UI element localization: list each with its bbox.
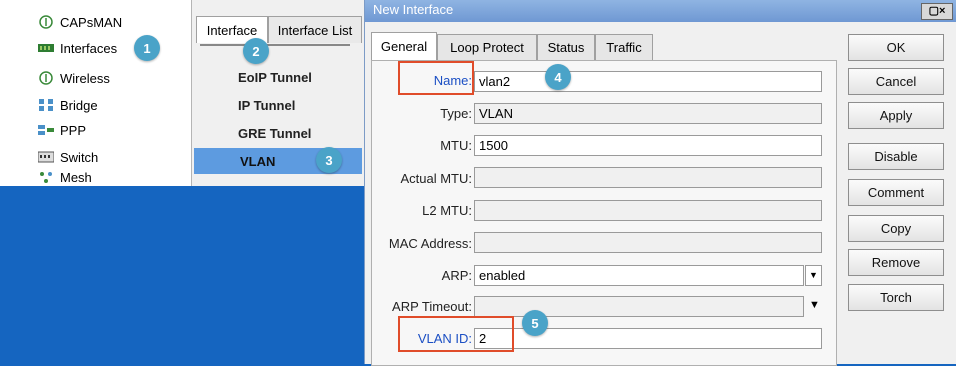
sidebar-item-wireless[interactable]: Wireless bbox=[36, 66, 184, 90]
mac-address-label: MAC Address: bbox=[388, 236, 472, 251]
new-interface-window: New Interface ▢× General Loop Protect St… bbox=[364, 0, 956, 366]
window-titlebar[interactable]: New Interface ▢× bbox=[365, 0, 956, 22]
disable-button[interactable]: Disable bbox=[848, 143, 944, 170]
sidebar-item-label: Wireless bbox=[60, 70, 110, 86]
arp-timeout-label: ARP Timeout: bbox=[392, 299, 472, 314]
l2-mtu-label: L2 MTU: bbox=[422, 203, 472, 218]
arp-dropdown-icon[interactable]: ▼ bbox=[805, 265, 822, 286]
sidebar-item-label: CAPsMAN bbox=[60, 14, 123, 30]
tab-traffic[interactable]: Traffic bbox=[595, 34, 653, 60]
menu-item-eoip-tunnel[interactable]: EoIP Tunnel bbox=[192, 64, 362, 90]
mesh-icon bbox=[36, 170, 56, 184]
sidebar-item-capsman[interactable]: CAPsMAN bbox=[36, 10, 184, 34]
sidebar-item-switch[interactable]: Switch bbox=[36, 145, 184, 169]
type-field: VLAN bbox=[474, 103, 822, 124]
arp-select[interactable]: enabled bbox=[474, 265, 804, 286]
torch-button[interactable]: Torch bbox=[848, 284, 944, 311]
bridge-icon bbox=[36, 98, 56, 112]
tab-loop-protect[interactable]: Loop Protect bbox=[437, 34, 537, 60]
ppp-icon bbox=[36, 123, 56, 137]
remove-button[interactable]: Remove bbox=[848, 249, 944, 276]
mtu-label: MTU: bbox=[440, 138, 472, 153]
window-title: New Interface bbox=[373, 2, 454, 17]
ok-button[interactable]: OK bbox=[848, 34, 944, 61]
step-badge-4: 4 bbox=[545, 64, 571, 90]
menu-item-gre-tunnel[interactable]: GRE Tunnel bbox=[192, 120, 362, 146]
close-icon[interactable]: ▢× bbox=[921, 3, 953, 20]
mac-address-field bbox=[474, 232, 822, 253]
sidebar-item-label: PPP bbox=[60, 122, 87, 138]
step-badge-3: 3 bbox=[316, 147, 342, 173]
sidebar-item-label: Switch bbox=[60, 149, 99, 165]
interfaces-icon bbox=[36, 41, 56, 55]
cancel-button[interactable]: Cancel bbox=[848, 68, 944, 95]
sidebar-item-interfaces[interactable]: Interfaces bbox=[36, 36, 184, 60]
arp-timeout-field[interactable] bbox=[474, 296, 804, 317]
mtu-input[interactable]: 1500 bbox=[474, 135, 822, 156]
sidebar-item-label: Mesh bbox=[60, 170, 92, 185]
wireless-icon bbox=[36, 71, 56, 85]
menu-item-ip-tunnel[interactable]: IP Tunnel bbox=[192, 92, 362, 118]
l2-mtu-field bbox=[474, 200, 822, 221]
arp-timeout-dropdown-icon[interactable]: ▼ bbox=[809, 299, 820, 311]
comment-button[interactable]: Comment bbox=[848, 179, 944, 206]
step-badge-5: 5 bbox=[522, 310, 548, 336]
sidebar-item-mesh[interactable]: Mesh bbox=[36, 170, 184, 186]
step-badge-1: 1 bbox=[134, 35, 160, 61]
actual-mtu-field bbox=[474, 167, 822, 188]
toolbar-strip bbox=[200, 44, 350, 60]
sidebar-item-label: Bridge bbox=[60, 97, 98, 113]
type-label: Type: bbox=[440, 106, 472, 121]
vlan-id-highlight-box bbox=[398, 316, 514, 352]
name-highlight-box bbox=[398, 61, 474, 95]
name-input[interactable]: vlan2 bbox=[474, 71, 822, 92]
tab-general[interactable]: General bbox=[371, 32, 437, 60]
sidebar-item-label: Interfaces bbox=[60, 40, 118, 56]
actual-mtu-label: Actual MTU: bbox=[400, 171, 472, 186]
sidebar-item-bridge[interactable]: Bridge bbox=[36, 93, 184, 117]
arp-label: ARP: bbox=[441, 268, 472, 283]
sidebar: CAPsMAN Interfaces Wireless Bridge PPP S… bbox=[0, 0, 192, 186]
sidebar-item-ppp[interactable]: PPP bbox=[36, 118, 184, 142]
switch-icon bbox=[36, 150, 56, 164]
tab-status[interactable]: Status bbox=[537, 34, 595, 60]
copy-button[interactable]: Copy bbox=[848, 215, 944, 242]
step-badge-2: 2 bbox=[243, 38, 269, 64]
apply-button[interactable]: Apply bbox=[848, 102, 944, 129]
capsman-icon bbox=[36, 15, 56, 29]
tab-interface-list[interactable]: Interface List bbox=[268, 16, 362, 43]
